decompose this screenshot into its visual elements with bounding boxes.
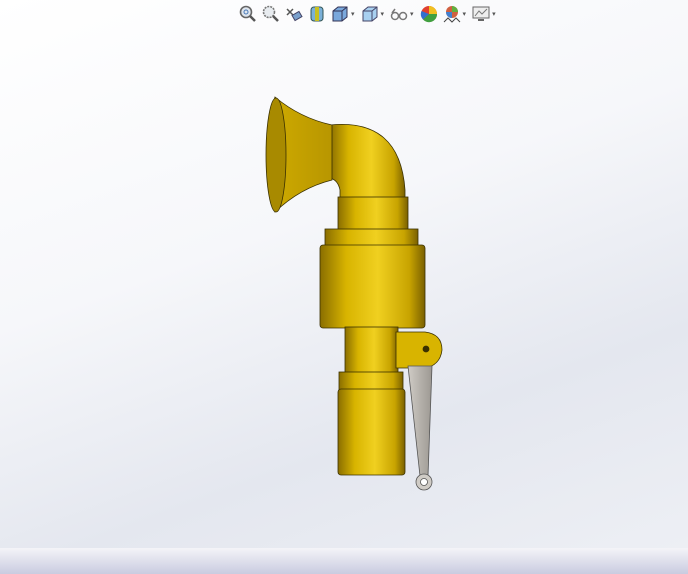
body-cylinder: [319, 244, 426, 329]
bracket: [395, 331, 443, 369]
neck: [344, 326, 399, 374]
pivot-pin: [422, 345, 430, 353]
lever-arm: [407, 365, 433, 477]
lower-cylinder: [337, 388, 406, 476]
valve-part: [265, 96, 443, 491]
upper-collar: [337, 196, 409, 231]
horn-opening: [265, 97, 287, 213]
3d-model-viewport[interactable]: [0, 0, 688, 574]
elbow: [329, 123, 406, 201]
lower-ring: [338, 371, 404, 391]
flange-ring: [324, 228, 419, 247]
viewport-bottom-band: [0, 548, 688, 574]
